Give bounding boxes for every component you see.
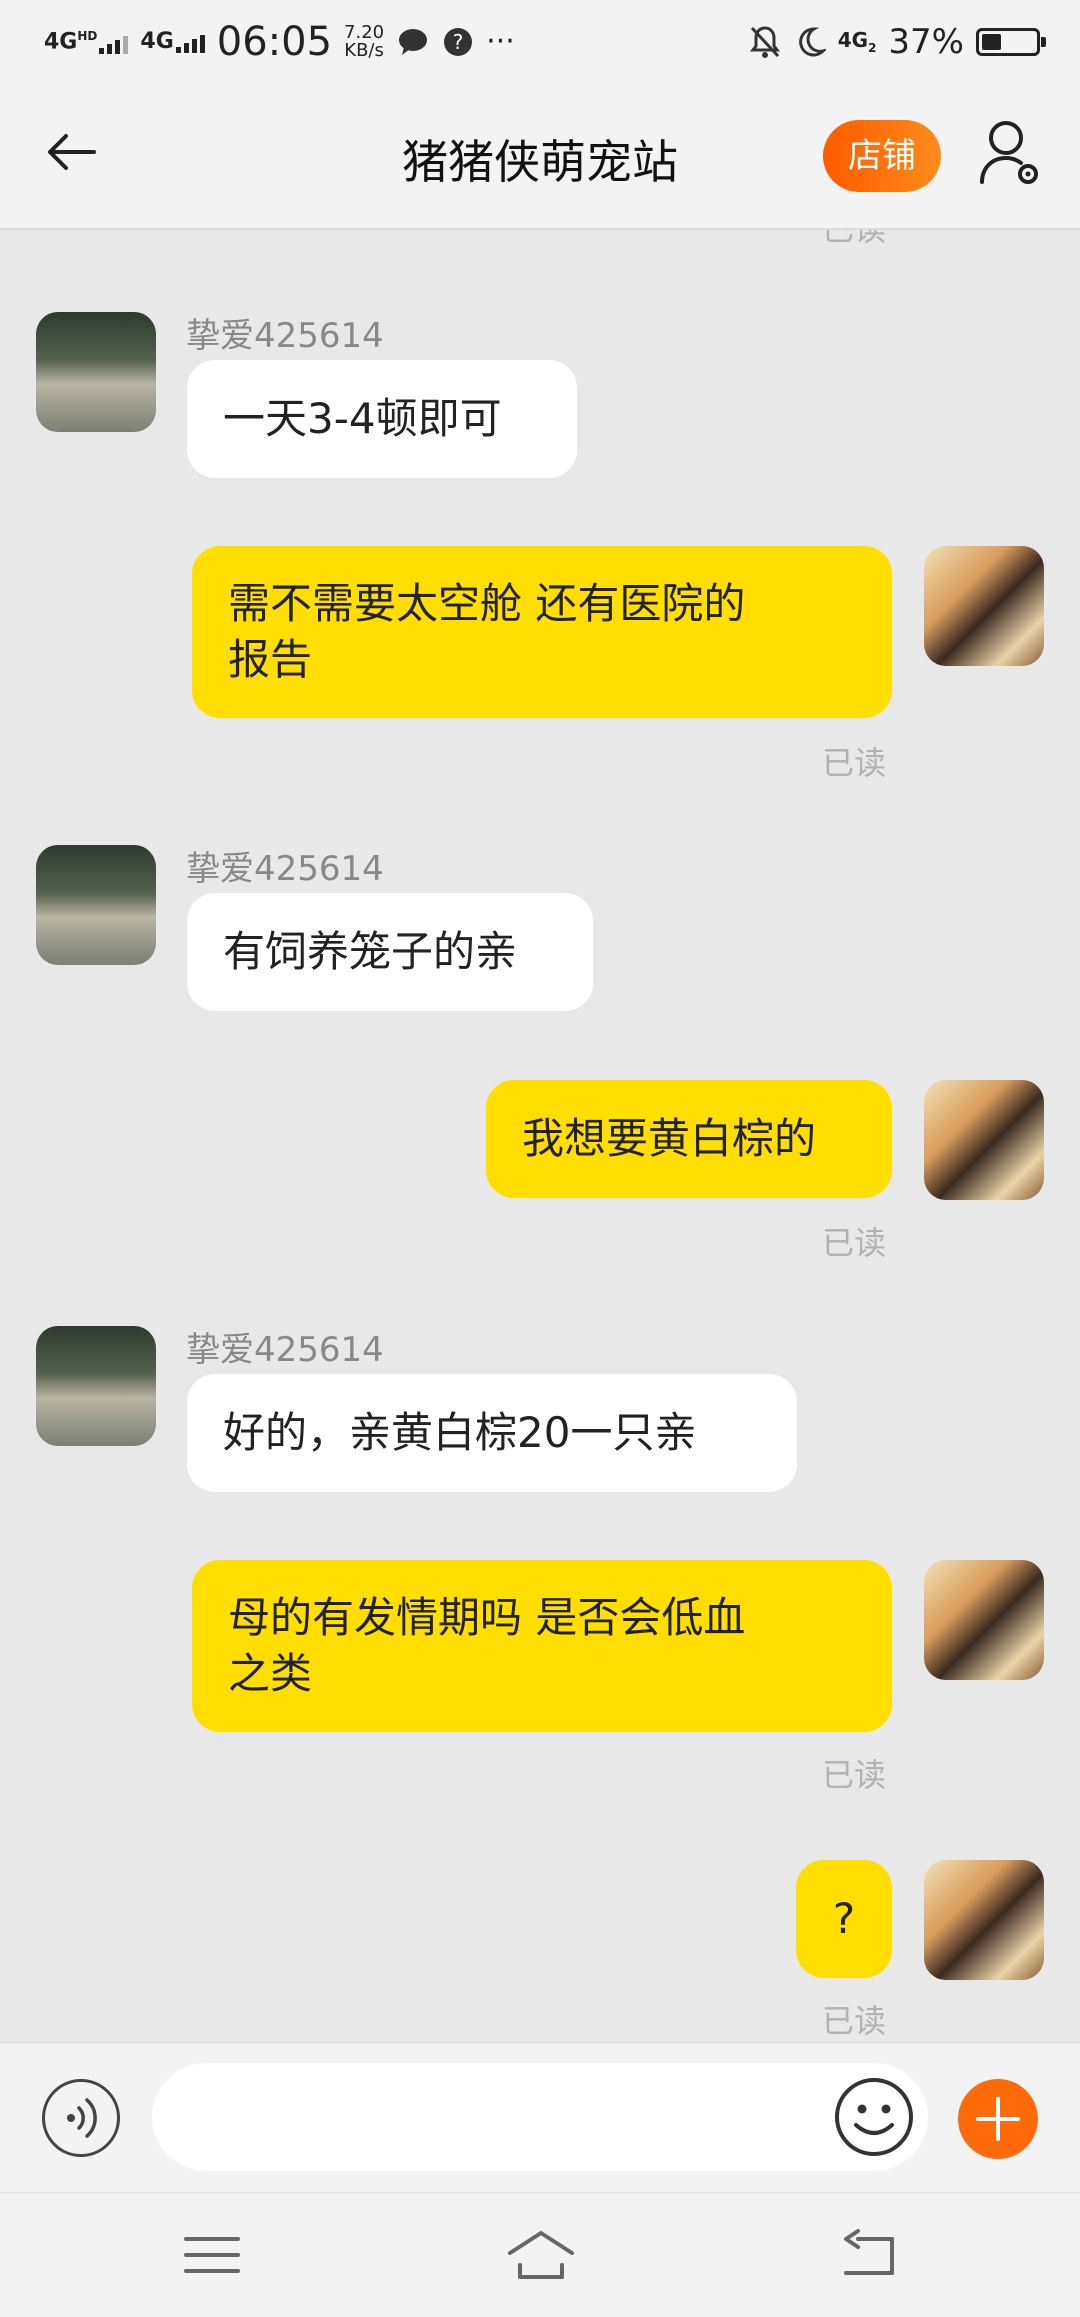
shop-button[interactable]: 店铺 xyxy=(823,120,941,192)
network-sup: HD xyxy=(77,29,98,44)
plus-icon xyxy=(976,2097,1020,2141)
read-status: 已读 xyxy=(822,1756,887,1794)
message-notification-icon xyxy=(399,29,428,55)
seller-avatar[interactable] xyxy=(36,1326,156,1446)
message-line: 之类 xyxy=(228,1649,313,1698)
outgoing-message-bubble[interactable]: 需不需要太空舱 还有医院的 报告 xyxy=(192,546,892,718)
user-avatar[interactable] xyxy=(924,1860,1044,1980)
emoji-icon[interactable] xyxy=(832,2075,916,2159)
voice-button[interactable] xyxy=(42,2079,120,2157)
question-notification-icon: ? xyxy=(444,28,473,56)
read-status: 已读 xyxy=(822,2002,887,2040)
message-line: 报告 xyxy=(228,635,313,684)
speed-unit: KB/s xyxy=(344,40,384,61)
home-icon[interactable] xyxy=(506,2227,576,2283)
svg-text:?: ? xyxy=(453,30,464,54)
outgoing-message-bubble[interactable]: ? xyxy=(796,1860,892,1978)
status-right: 4G2 37% xyxy=(748,14,1046,70)
incoming-message-bubble[interactable]: 一天3-4顿即可 xyxy=(187,360,577,478)
status-bar: 4GHD 4G 06:05 7.20 KB/s ? ··· 4G2 37% xyxy=(0,0,1080,84)
voice-icon xyxy=(67,2098,97,2138)
message-line: 需不需要太空舱 还有医院的 xyxy=(228,579,746,628)
sender-name: 挚爱425614 xyxy=(186,849,384,889)
signal-bars-icon xyxy=(99,32,129,54)
battery-percent: 37% xyxy=(888,22,964,62)
mute-bell-icon xyxy=(749,26,780,58)
signal-4g: 4G xyxy=(140,29,205,54)
read-status: 已读 xyxy=(822,1224,887,1262)
signal-4g-hd: 4GHD xyxy=(44,29,129,55)
sender-name: 挚爱425614 xyxy=(186,316,384,356)
clock: 06:05 xyxy=(216,19,333,65)
incoming-message-bubble[interactable]: 有饲养笼子的亲 xyxy=(187,893,593,1011)
outgoing-message-bubble[interactable]: 我想要黄白棕的 xyxy=(486,1080,892,1198)
network-sub: 2 xyxy=(868,41,877,55)
system-nav-bar xyxy=(0,2192,1080,2317)
status-left: 4GHD 4G 06:05 7.20 KB/s ? ··· xyxy=(44,14,515,70)
seller-avatar[interactable] xyxy=(36,845,156,965)
signal-4g-2: 4G2 xyxy=(838,30,877,54)
battery-fill xyxy=(982,34,1001,50)
moon-icon xyxy=(798,27,826,57)
network-speed: 7.20 KB/s xyxy=(344,24,384,60)
user-avatar[interactable] xyxy=(924,1560,1044,1680)
chat-header: 猪猪侠萌宠站 店铺 xyxy=(0,84,1080,230)
signal-bars-icon xyxy=(175,31,205,53)
read-status: 已读 xyxy=(822,744,887,782)
incoming-message-bubble[interactable]: 好的，亲黄白棕20一只亲 xyxy=(187,1374,797,1492)
message-input[interactable] xyxy=(152,2063,928,2171)
network-label: 4G xyxy=(44,29,78,55)
sender-name: 挚爱425614 xyxy=(186,1330,384,1370)
seller-avatar[interactable] xyxy=(36,312,156,432)
read-status: 已读 xyxy=(822,230,886,250)
user-avatar[interactable] xyxy=(924,546,1044,666)
more-button[interactable] xyxy=(958,2079,1038,2159)
profile-settings-icon[interactable] xyxy=(978,116,1042,188)
more-notifications-icon: ··· xyxy=(486,24,515,59)
message-line: 母的有发情期吗 是否会低血 xyxy=(228,1593,746,1642)
user-avatar[interactable] xyxy=(924,1080,1044,1200)
network-label-3: 4G xyxy=(837,28,869,52)
message-list[interactable]: 已读 挚爱425614 一天3-4顿即可 需不需要太空舱 还有医院的 报告 已读… xyxy=(0,230,1080,2042)
menu-icon[interactable] xyxy=(182,2227,242,2283)
input-bar xyxy=(0,2042,1080,2193)
network-label-2: 4G xyxy=(140,29,174,54)
battery-icon xyxy=(976,28,1046,56)
return-icon[interactable] xyxy=(838,2227,898,2283)
outgoing-message-bubble[interactable]: 母的有发情期吗 是否会低血 之类 xyxy=(192,1560,892,1732)
